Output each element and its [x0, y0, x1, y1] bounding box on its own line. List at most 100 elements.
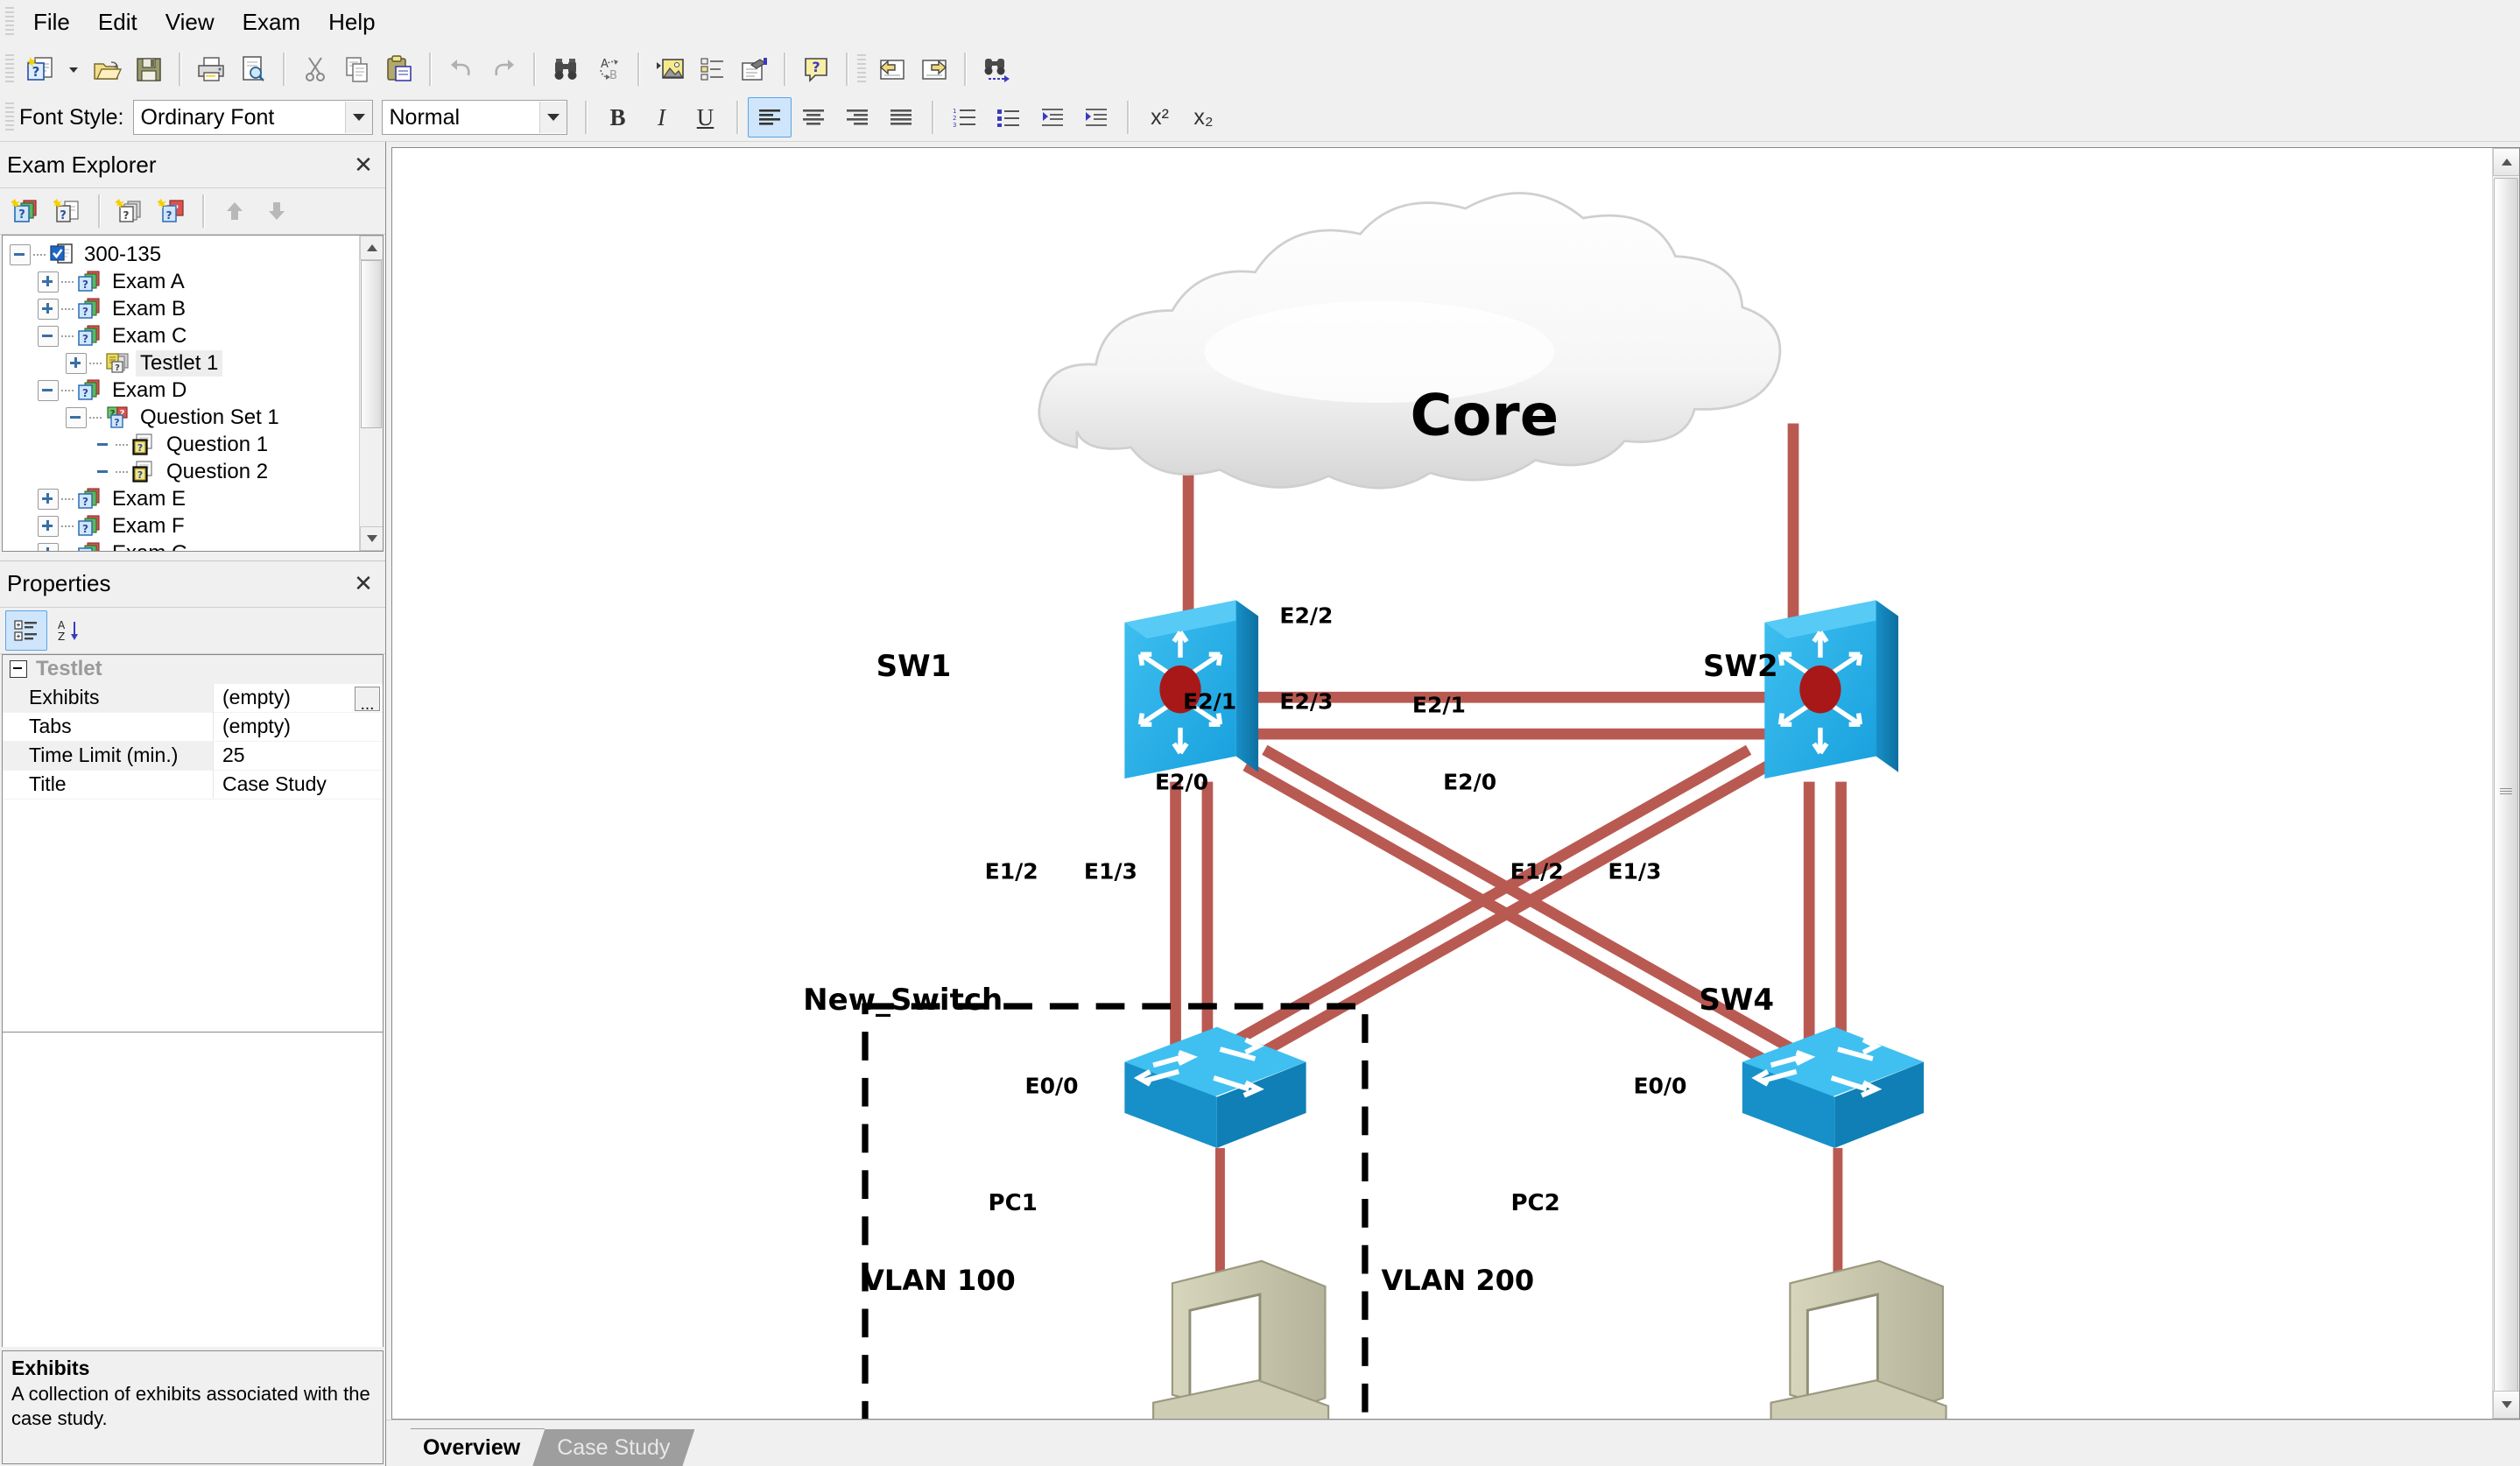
increase-indent-button[interactable]	[1074, 97, 1118, 137]
tree-expander-minus[interactable]	[38, 379, 59, 401]
property-value[interactable]: (empty)...	[214, 684, 383, 713]
menu-file[interactable]: File	[19, 5, 84, 39]
tree-item-exam-e[interactable]: ? Exam E	[10, 485, 359, 512]
menu-edit[interactable]: Edit	[84, 5, 151, 39]
sort-az-icon[interactable]: A Z	[47, 610, 89, 651]
scroll-thumb[interactable]	[361, 260, 382, 428]
redo-arrow-icon[interactable]	[482, 49, 524, 89]
document-canvas[interactable]: Core SW1 SW2 New_Switch SW4 PC1 PC2 E2/2…	[392, 148, 2492, 1419]
fontbar-gripper[interactable]	[5, 102, 14, 132]
menu-help[interactable]: Help	[314, 5, 389, 39]
tab-case-study[interactable]: Case Study	[532, 1429, 694, 1466]
scissors-icon[interactable]	[294, 49, 336, 89]
tree-item-exam-b[interactable]: ? Exam B	[10, 295, 359, 322]
menu-gripper[interactable]	[5, 7, 14, 37]
scroll-down-button[interactable]	[360, 525, 383, 551]
tree-expander-plus[interactable]	[38, 542, 59, 551]
tree-item-exam-g[interactable]: ? Exam G	[10, 539, 359, 551]
tree-scrollbar[interactable]	[359, 236, 383, 551]
question-balloon-icon[interactable]: ?	[795, 49, 837, 89]
tree-expander-plus[interactable]	[66, 352, 87, 374]
copy-icon[interactable]	[336, 49, 378, 89]
arrow-down-icon[interactable]	[256, 191, 298, 231]
property-value[interactable]: Case Study	[214, 771, 383, 800]
arrow-up-icon[interactable]	[214, 191, 256, 231]
align-justify-button[interactable]	[879, 97, 923, 137]
tree-expander-minus[interactable]	[66, 406, 87, 428]
clipboard-paste-icon[interactable]	[378, 49, 420, 89]
floppy-disk-icon[interactable]	[128, 49, 170, 89]
subscript-button[interactable]: x₂	[1182, 97, 1226, 137]
new-exam-icon[interactable]: ?	[5, 191, 47, 231]
tab-overview[interactable]: Overview	[398, 1428, 545, 1466]
close-icon[interactable]: ✕	[350, 152, 377, 179]
tree-item-testlet-1[interactable]: ? Testlet 1	[10, 349, 359, 377]
toolbar-gripper-2[interactable]	[857, 54, 866, 84]
find-replace-icon[interactable]: A B	[587, 49, 629, 89]
menu-view[interactable]: View	[151, 5, 229, 39]
tree-item-exam-a[interactable]: ? Exam A	[10, 268, 359, 295]
tree-item-exam-f[interactable]: ? Exam F	[10, 512, 359, 539]
align-left-button[interactable]	[747, 97, 792, 137]
font-style-select[interactable]: Ordinary Font	[132, 100, 373, 135]
bulleted-list-button[interactable]	[987, 97, 1031, 137]
decrease-indent-button[interactable]	[1031, 97, 1074, 137]
list-properties-icon[interactable]	[691, 49, 733, 89]
chevron-down-icon[interactable]	[538, 102, 567, 133]
tree-expander-plus[interactable]	[38, 515, 59, 537]
undo-arrow-icon[interactable]	[440, 49, 482, 89]
tree-expander-plus[interactable]	[38, 488, 59, 510]
superscript-button[interactable]: x²	[1138, 97, 1182, 137]
new-question-set-icon[interactable]: ? ?	[151, 191, 194, 231]
property-row-title[interactable]: Title Case Study	[3, 770, 383, 800]
tree-item-question-set-1[interactable]: ? ? ? Question Set 1	[10, 404, 359, 431]
chevron-down-icon[interactable]	[344, 102, 372, 133]
image-icon[interactable]	[649, 49, 691, 89]
document-vertical-scrollbar[interactable]	[2492, 148, 2519, 1419]
scroll-down-button[interactable]	[2493, 1391, 2519, 1419]
open-folder-icon[interactable]	[86, 49, 128, 89]
printer-icon[interactable]	[190, 49, 232, 89]
arrow-right-page-icon[interactable]	[913, 49, 955, 89]
toolbar-gripper[interactable]	[5, 54, 14, 84]
binoculars-next-icon[interactable]	[975, 49, 1017, 89]
numbered-list-button[interactable]: 1 2 3	[943, 97, 987, 137]
tree-item-question-2[interactable]: ? Question 2	[10, 458, 359, 485]
bold-button[interactable]: B	[596, 97, 640, 137]
categorized-icon[interactable]	[5, 610, 47, 651]
italic-button[interactable]: I	[640, 97, 684, 137]
tree-expander-plus[interactable]	[38, 271, 59, 292]
align-right-button[interactable]	[835, 97, 879, 137]
tree-item-exam-c[interactable]: ? Exam C	[10, 322, 359, 349]
close-icon[interactable]: ✕	[350, 570, 377, 597]
font-weight-select[interactable]: Normal	[381, 100, 567, 135]
arrow-left-page-icon[interactable]	[871, 49, 913, 89]
scroll-thumb[interactable]	[2494, 178, 2518, 1406]
binoculars-icon[interactable]	[545, 49, 587, 89]
menu-exam[interactable]: Exam	[229, 5, 314, 39]
chevron-down-icon[interactable]	[61, 49, 86, 89]
underline-button[interactable]: U	[684, 97, 728, 137]
tree-expander-minus[interactable]	[38, 325, 59, 347]
tree-item-300-135[interactable]: 300-135	[10, 241, 359, 268]
exhibit-icon[interactable]	[733, 49, 775, 89]
scroll-up-button[interactable]	[2493, 148, 2519, 176]
tree-item-question-1[interactable]: ? Question 1	[10, 431, 359, 458]
tree-expander-minus[interactable]	[10, 243, 31, 265]
new-testlet-icon[interactable]: ?	[109, 191, 151, 231]
property-row-time-limit-min-[interactable]: Time Limit (min.) 25	[3, 741, 383, 771]
property-ellipsis-button[interactable]: ...	[355, 686, 380, 713]
tree-item-exam-d[interactable]: ? Exam D	[10, 377, 359, 404]
scroll-up-button[interactable]	[360, 236, 383, 260]
tree-expander-plus[interactable]	[38, 298, 59, 320]
print-preview-icon[interactable]	[232, 49, 274, 89]
new-document-icon[interactable]: ?	[19, 49, 61, 89]
exam-tree[interactable]: 300-135 ? Exam A ? Exam B ? Exam C ? Testlet…	[3, 236, 359, 551]
properties-group-header[interactable]: Testlet	[3, 654, 383, 684]
property-value[interactable]: (empty)	[214, 713, 383, 742]
property-row-tabs[interactable]: Tabs (empty)	[3, 712, 383, 742]
collapse-icon[interactable]	[10, 660, 27, 678]
new-question-icon[interactable]: ?	[47, 191, 89, 231]
property-row-exhibits[interactable]: Exhibits (empty)...	[3, 683, 383, 713]
property-value[interactable]: 25	[214, 742, 383, 771]
